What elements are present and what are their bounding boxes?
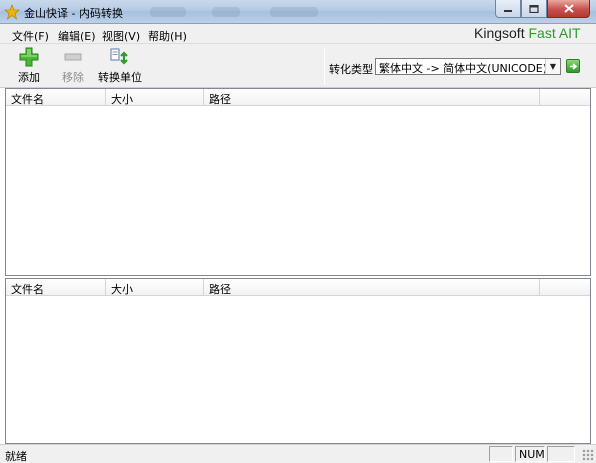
conversion-type-value: 繁体中文 -> 简体中文(UNICODE) [379,62,548,75]
status-text: 就绪 [5,450,27,463]
menu-help[interactable]: 帮助(H) [148,28,187,44]
maximize-icon [529,4,539,13]
add-label: 添加 [18,71,40,84]
column-header-path[interactable]: 路径 [204,89,540,106]
maximize-button[interactable] [521,0,547,18]
column-header-size[interactable]: 大小 [106,279,204,296]
source-file-list[interactable]: 文件名 大小 路径 [5,88,591,276]
background-blur [212,7,240,17]
conversion-type-select[interactable]: 繁体中文 -> 简体中文(UNICODE) ▼ [375,58,561,75]
go-arrow-button[interactable] [566,59,580,73]
column-header-size[interactable]: 大小 [106,89,204,106]
chevron-down-icon[interactable]: ▼ [545,59,560,74]
status-panel [547,446,575,462]
status-panel [489,446,513,462]
minimize-button[interactable] [495,0,521,18]
go-arrow-icon [569,62,577,70]
status-bar: 就绪 NUM [0,444,596,463]
list-header: 文件名 大小 路径 [6,279,590,296]
remove-label: 移除 [62,71,84,84]
brand-logo: Kingsoft Fast AIT [474,25,581,45]
resize-grip[interactable] [582,449,594,461]
add-plus-icon [19,47,39,67]
title-bar[interactable]: 金山快译 - 内码转换 [0,0,596,24]
convert-unit-icon [110,48,128,65]
window-title: 金山快译 - 内码转换 [24,7,123,20]
minimize-icon [504,9,512,12]
column-header-filename[interactable]: 文件名 [6,89,106,106]
column-header-filename[interactable]: 文件名 [6,279,106,296]
menu-view[interactable]: 视图(V) [102,28,140,44]
background-blur [270,7,318,17]
close-button[interactable] [547,0,590,18]
menu-file[interactable]: 文件(F) [12,28,49,44]
remove-minus-icon [64,53,82,61]
close-icon [563,4,574,13]
num-lock-indicator: NUM [515,446,545,462]
brand-accent: Fast AIT [528,25,581,41]
converted-file-list[interactable]: 文件名 大小 路径 [5,278,591,444]
background-blur [150,7,186,17]
conversion-type-label: 转化类型 [329,63,373,76]
list-header: 文件名 大小 路径 [6,89,590,106]
convert-unit-label: 转换单位 [98,71,142,84]
column-header-path[interactable]: 路径 [204,279,540,296]
kingsoft-app-icon [4,4,20,20]
brand-prefix: Kingsoft [474,25,529,41]
remove-button[interactable]: 移除 [58,47,88,85]
convert-unit-button[interactable]: 转换单位 [96,47,144,85]
toolbar-separator [324,49,325,85]
menu-edit[interactable]: 编辑(E) [58,28,96,44]
add-button[interactable]: 添加 [14,47,44,85]
